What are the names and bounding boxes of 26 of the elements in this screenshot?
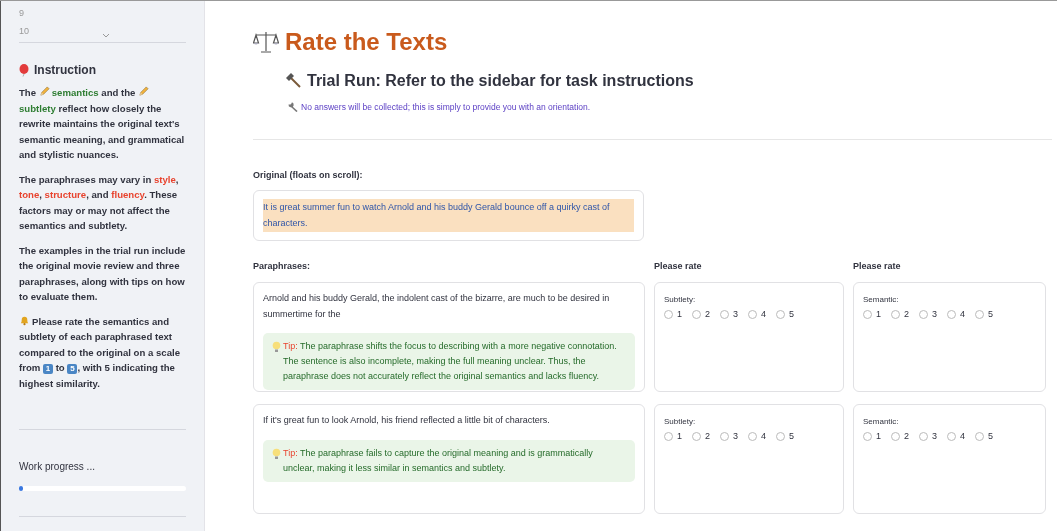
tip-text: Tip: The paraphrase fails to capture the original meaning and is grammatically unclear, making it less similar in semantics and subtlety. bbox=[283, 446, 594, 475]
page-title: Rate the Texts bbox=[285, 28, 448, 56]
radio-option[interactable]: 2 bbox=[891, 431, 910, 441]
instruction-paragraph: The paraphrases may vary in style, tone, structure, and fluency. These factors may or may not affect the semantics and subtlety. bbox=[19, 172, 180, 233]
instruction-paragraph: Please rate the semantics and subtlety of each paraphrased text compared to the original on a scale from 1 to 5 , with 5 indicating the highest similarity. bbox=[19, 313, 181, 391]
column-heading: Please rate bbox=[853, 261, 901, 271]
instruction-paragraph: The semantics and the subtlety reflect how closely the rewrite maintains the original text's semantic meaning, and grammatical and stylistic nuances. bbox=[19, 85, 186, 162]
rating-label: Subtlety: bbox=[664, 295, 696, 304]
tip-text: Tip: The paraphrase shifts the focus to describing with a more negative connotation. The sentence is also incomplete, making the full meaning unclear. Thus, the paraphrase does not accurately reflect the original semantics and lacks fluency. bbox=[283, 340, 618, 383]
caption-text: No answers will be collected; this is simply to provide you with an orientation. bbox=[301, 102, 591, 112]
radio-option[interactable]: 2 bbox=[692, 431, 711, 441]
column-heading: Paraphrases: bbox=[253, 261, 311, 271]
original-label: Original (floats on scroll): bbox=[253, 170, 363, 180]
column-heading: Please rate bbox=[654, 261, 702, 271]
section-heading: Trial Run: Refer to the sidebar for task instructions bbox=[307, 72, 694, 90]
radio-option[interactable]: 2 bbox=[891, 309, 910, 319]
instruction-paragraph: The examples in the trial run include the original movie review and three paraphrases, along with tips on how to evaluate them. bbox=[19, 243, 186, 304]
original-text: It is great summer fun to watch Arnold and his buddy Gerald bounce off a quirky cast of characters. bbox=[263, 199, 634, 232]
instruction-heading: Instruction bbox=[34, 63, 96, 77]
rating-label: Semantic: bbox=[863, 295, 899, 304]
paraphrase-text: Arnold and his buddy Gerald, the indolent cast of the bizarre, are much to be desired in summertime for the bbox=[263, 292, 611, 321]
progress-label: Work progress ... bbox=[19, 461, 95, 472]
radio-option[interactable]: 2 bbox=[692, 309, 711, 319]
rating-label: Subtlety: bbox=[664, 417, 696, 426]
paraphrase-text: If it's great fun to look Arnold, his friend reflected a little bit of characters. bbox=[263, 414, 550, 427]
rating-label: Semantic: bbox=[863, 417, 899, 426]
